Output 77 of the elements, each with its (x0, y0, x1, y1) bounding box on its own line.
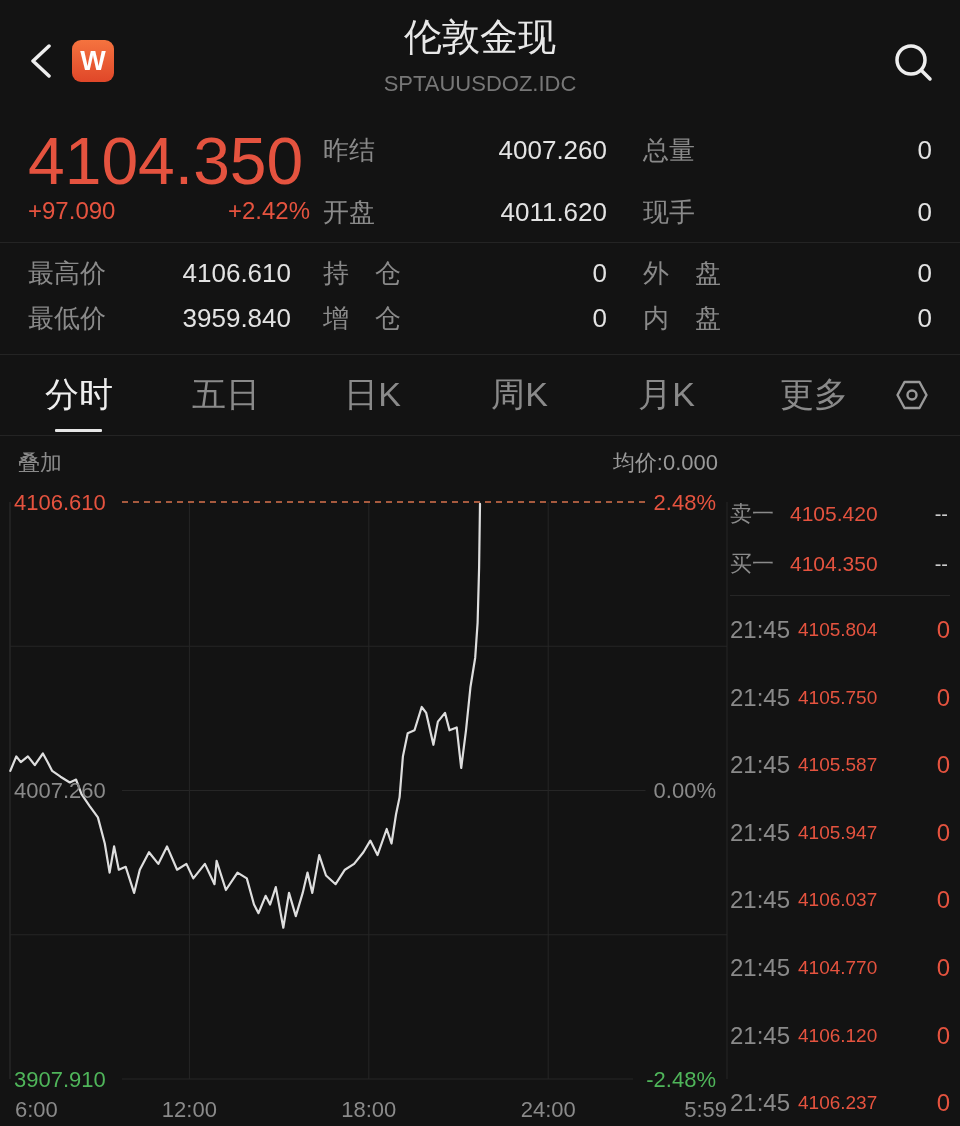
trade-volume: 0 (936, 752, 951, 779)
field-value: 0 (917, 258, 932, 289)
trade-volume: 0 (936, 887, 951, 914)
trade-volume: 0 (936, 1022, 951, 1049)
percent-label: 2.48% (653, 489, 716, 515)
tab[interactable]: 五日 (152, 355, 299, 435)
field-value: 0 (592, 258, 607, 289)
trade-price: 4105.750 (798, 685, 878, 710)
average-price-label: 均价:0.000 (612, 448, 718, 477)
trade-price: 4106.037 (798, 888, 878, 913)
percent-change: +2.42% (227, 196, 310, 226)
field-label: 内 盘 (643, 302, 721, 335)
trade-time: 21:45 (730, 887, 792, 914)
trade-price: 4105.947 (798, 820, 878, 845)
field-label: 持 仓 (323, 257, 401, 290)
percent-label: -2.48% (646, 1066, 716, 1092)
trade-time: 21:45 (730, 1090, 792, 1117)
tab[interactable]: 日K (299, 355, 446, 435)
quote-price: 4104.350 (790, 552, 878, 576)
trade-volume: 0 (936, 1090, 951, 1117)
field-value: 4011.620 (500, 196, 607, 228)
axis-label: 3907.910 (14, 1066, 106, 1092)
quote-volume: -- (934, 502, 949, 526)
quote-label: 卖一 (730, 500, 775, 528)
tab[interactable]: 更多 (740, 355, 887, 435)
field-label: 昨结 (323, 134, 375, 167)
axis-label: 4106.610 (14, 489, 106, 515)
trade-price: 4104.770 (798, 955, 878, 980)
settings-icon[interactable] (896, 380, 928, 410)
trade-price: 4106.237 (798, 1091, 878, 1116)
trade-time: 21:45 (730, 1022, 792, 1049)
field-value: 0 (917, 303, 932, 334)
field-label: 最低价 (28, 302, 106, 335)
field-label: 总量 (643, 134, 695, 167)
field-value: 0 (917, 135, 932, 166)
field-value: 0 (592, 303, 607, 334)
app-logo: W (72, 40, 114, 82)
field-value: 0 (917, 196, 932, 228)
trade-time: 21:45 (730, 954, 792, 981)
time-label: 6:00 (15, 1096, 58, 1122)
trade-time: 21:45 (730, 684, 792, 711)
percent-label: 0.00% (653, 778, 716, 803)
quote-label: 买一 (730, 550, 775, 578)
quote-volume: -- (934, 552, 949, 576)
quote-price: 4105.420 (790, 502, 878, 526)
field-label: 增 仓 (323, 302, 401, 335)
symbol-code: SPTAUUSDOZ.IDC (382, 70, 578, 98)
field-value: 3959.840 (182, 303, 291, 334)
trade-price: 4106.120 (798, 1023, 878, 1048)
tab[interactable]: 周K (446, 355, 593, 435)
field-label: 开盘 (323, 195, 375, 229)
price-change: +97.090 (28, 196, 116, 226)
time-label: 5:59 (684, 1096, 727, 1122)
trade-volume: 0 (936, 819, 951, 846)
trade-time: 21:45 (730, 617, 792, 643)
time-label: 24:00 (520, 1096, 576, 1122)
trade-volume: 0 (936, 954, 951, 981)
search-icon[interactable] (893, 42, 933, 82)
page-title: 伦敦金现 (403, 15, 557, 60)
field-label: 外 盘 (643, 257, 721, 290)
tab[interactable]: 分时 (5, 355, 152, 435)
time-label: 12:00 (161, 1096, 217, 1122)
field-label: 最高价 (28, 257, 106, 290)
trade-price: 4105.804 (798, 618, 878, 642)
trade-volume: 0 (936, 684, 951, 711)
time-label: 18:00 (341, 1096, 397, 1122)
field-value: 4106.610 (182, 258, 291, 289)
overlay-button[interactable]: 叠加 (18, 447, 62, 478)
trade-time: 21:45 (730, 819, 792, 846)
field-label: 现手 (643, 195, 695, 229)
trade-time: 21:45 (730, 752, 792, 779)
back-icon[interactable] (30, 44, 52, 78)
trade-price: 4105.587 (798, 753, 878, 778)
tab[interactable]: 月K (593, 355, 740, 435)
current-price: 4104.350 (28, 126, 305, 196)
trade-volume: 0 (936, 617, 951, 643)
field-value: 4007.260 (498, 135, 607, 166)
